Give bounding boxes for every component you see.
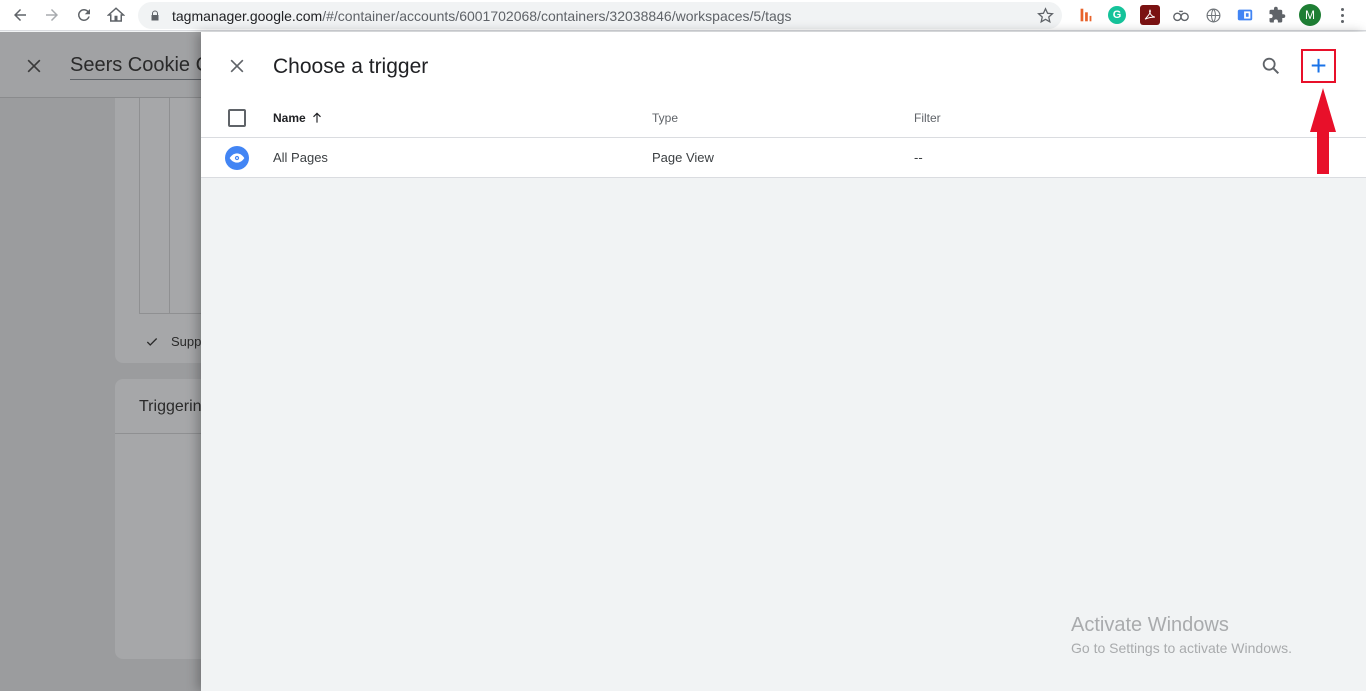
lock-icon [148,9,162,23]
trigger-table-header: Name Type Filter [201,98,1366,138]
column-header-filter[interactable]: Filter [914,111,941,125]
annotation-arrow-icon [1310,88,1336,174]
windows-activation-watermark: Activate Windows Go to Settings to activ… [1071,614,1292,656]
close-panel-button[interactable] [225,54,249,78]
url-host: tagmanager.google.com [172,7,323,24]
acrobat-icon[interactable] [1140,5,1160,25]
arrow-right-icon [46,9,58,21]
select-all-checkbox[interactable] [228,109,246,127]
column-header-type[interactable]: Type [652,111,678,125]
close-icon[interactable] [24,56,44,76]
watermark-title: Activate Windows [1071,614,1229,636]
choose-trigger-panel: Choose a trigger + Name Type Filter All … [201,32,1366,691]
close-icon [230,59,244,73]
trigger-row[interactable]: All Pages Page View -- [201,138,1366,178]
trigger-name: All Pages [273,150,328,165]
trigger-filter: -- [914,150,923,165]
home-button[interactable] [100,0,132,31]
reload-button[interactable] [68,0,100,31]
browser-toolbar: tagmanager.google.com/#/container/accoun… [0,0,1366,31]
puzzle-icon[interactable] [1267,5,1287,25]
config-divider [169,98,170,314]
panel-title: Choose a trigger [273,55,429,78]
column-header-name[interactable]: Name [273,111,324,125]
check-icon [146,337,158,346]
profile-avatar[interactable]: M [1299,4,1321,26]
back-button[interactable] [4,0,36,31]
reload-icon [77,8,90,21]
arrow-left-icon [14,9,26,21]
plus-icon: + [1310,50,1327,81]
url-text: tagmanager.google.com/#/container/accoun… [172,8,792,24]
browser-menu-icon[interactable] [1334,5,1350,25]
search-icon [1262,57,1280,75]
tag-name-field[interactable]: Seers Cookie C [70,54,211,80]
bookmark-star-icon[interactable] [1037,7,1054,24]
home-icon [107,7,125,22]
add-trigger-button[interactable]: + [1301,49,1336,83]
sort-arrow-up-icon [312,112,321,123]
url-path: /#/container/accounts/6001702068/contain… [322,7,792,24]
link-extension-icon[interactable] [1171,5,1191,25]
bar-chart-icon[interactable] [1076,5,1096,25]
support-note: Supp [145,334,201,349]
trigger-type: Page View [652,150,714,165]
grammarly-icon[interactable]: G [1108,6,1126,24]
globe-icon[interactable] [1203,5,1223,25]
search-button[interactable] [1259,54,1283,78]
watermark-subtitle: Go to Settings to activate Windows. [1071,640,1292,656]
translate-icon[interactable] [1235,5,1255,25]
eye-icon [225,146,249,170]
panel-header: Choose a trigger + [201,32,1366,98]
address-bar[interactable]: tagmanager.google.com/#/container/accoun… [138,2,1062,29]
forward-button[interactable] [36,0,68,31]
support-label: Supp [171,334,202,349]
column-name-label: Name [273,111,306,125]
triggering-label: Triggerin [139,398,202,415]
